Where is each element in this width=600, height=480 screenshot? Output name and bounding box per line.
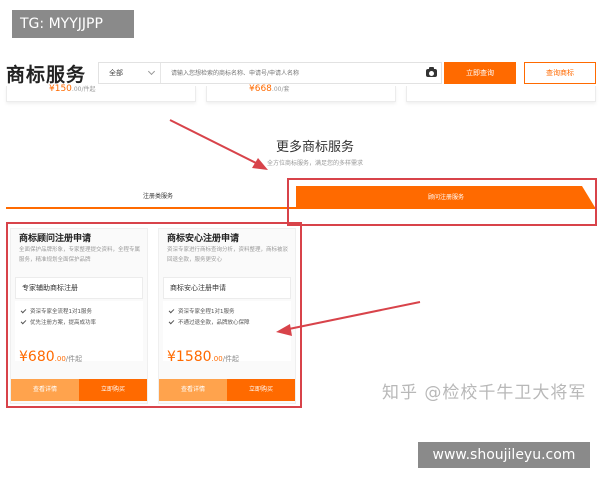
arrow-to-cards-head: [276, 324, 292, 336]
annotation-arrows: [169, 119, 421, 336]
arrow-to-tab-head: [252, 158, 268, 170]
arrow-to-tab: [169, 119, 263, 167]
arrow-to-cards: [283, 301, 421, 331]
zhihu-watermark: 知乎 @检校千牛卫大将军: [382, 383, 587, 403]
site-watermark: www.shoujileyu.com: [418, 442, 590, 468]
